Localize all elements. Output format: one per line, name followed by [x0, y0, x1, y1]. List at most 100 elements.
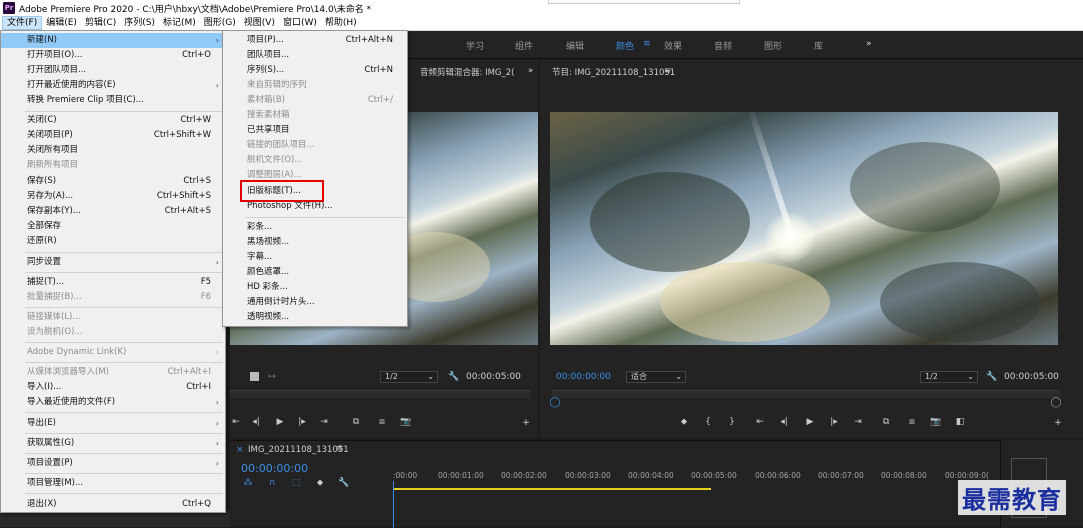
out-point-icon[interactable]: ◯: [1050, 397, 1062, 409]
menu-item-save-copy[interactable]: 保存副本(Y)... Ctrl+Alt+S: [1, 204, 225, 219]
nest-icon[interactable]: ⁂: [242, 477, 254, 489]
new-item-countdown-leader[interactable]: 通用倒计时片头...: [223, 295, 407, 310]
menu-item-save-as[interactable]: 另存为(A)... Ctrl+Shift+S: [1, 189, 225, 204]
work-area-bar[interactable]: [393, 488, 711, 490]
go-to-in-icon[interactable]: ⇤: [754, 416, 766, 428]
new-item-captions[interactable]: 字幕...: [223, 250, 407, 265]
add-marker-icon[interactable]: ⬥: [314, 477, 326, 489]
wrench-icon[interactable]: 🔧: [338, 477, 350, 489]
insert-icon[interactable]: ↦: [266, 371, 278, 383]
menu-window[interactable]: 窗口(W): [279, 16, 321, 30]
program-menu-icon[interactable]: ≡: [664, 66, 671, 76]
linked-selection-icon[interactable]: ⬚: [290, 477, 302, 489]
wrench-icon[interactable]: 🔧: [986, 371, 998, 383]
frame-back-icon[interactable]: ◂|: [250, 416, 262, 428]
menu-item-new[interactable]: 新建(N) ›: [1, 33, 225, 48]
camera-icon[interactable]: 📷: [400, 416, 412, 428]
menu-item-open-project[interactable]: 打开项目(O)... Ctrl+O: [1, 48, 225, 63]
timeline-tab[interactable]: IMG_20211108_131051: [248, 445, 349, 455]
menu-item-open-team-project[interactable]: 打开团队项目...: [1, 63, 225, 78]
program-current-time[interactable]: 00:00:00:00: [556, 372, 611, 382]
source-scale-dropdown[interactable]: 1/2 ⌄: [380, 371, 438, 383]
new-item-sequence[interactable]: 序列(S)... Ctrl+N: [223, 63, 407, 78]
new-item-black-video[interactable]: 黑场视频...: [223, 235, 407, 250]
program-scale-dropdown[interactable]: 1/2 ⌄: [920, 371, 978, 383]
overwrite-clip-icon[interactable]: ⧈: [376, 416, 388, 428]
hamburger-icon[interactable]: ≡: [643, 39, 651, 49]
add-button-icon[interactable]: +: [1052, 417, 1064, 429]
comparison-view-icon[interactable]: ◧: [954, 416, 966, 428]
new-item-color-matte[interactable]: 颜色遮罩...: [223, 265, 407, 280]
menu-item-close[interactable]: 关闭(C) Ctrl+W: [1, 113, 225, 128]
frame-forward-icon[interactable]: |▸: [828, 416, 840, 428]
menu-item-save-all[interactable]: 全部保存: [1, 219, 225, 234]
mark-in-icon[interactable]: {: [702, 416, 714, 428]
menu-item-revert[interactable]: 还原(R): [1, 234, 225, 249]
workspace-overflow-icon[interactable]: »: [866, 39, 872, 49]
workspace-graphics[interactable]: 图形: [764, 39, 782, 52]
audio-clip-mixer-tab[interactable]: 音频剪辑混合器: IMG_2(: [420, 66, 514, 78]
timeline-playhead[interactable]: [393, 481, 394, 528]
workspace-editing[interactable]: 编辑: [566, 39, 584, 52]
workspace-learn[interactable]: 学习: [466, 39, 484, 52]
workspace-audio[interactable]: 音频: [714, 39, 732, 52]
menu-item-import-recent[interactable]: 导入最近使用的文件(F) ›: [1, 395, 225, 410]
new-item-project[interactable]: 项目(P)... Ctrl+Alt+N: [223, 33, 407, 48]
workspace-effects[interactable]: 效果: [664, 39, 682, 52]
go-to-out-icon[interactable]: ⇥: [852, 416, 864, 428]
menu-item-export[interactable]: 导出(E) ›: [1, 416, 225, 431]
new-item-hd-bars[interactable]: HD 彩条...: [223, 280, 407, 295]
lift-icon[interactable]: ⧉: [880, 416, 892, 428]
menu-item-project-settings[interactable]: 项目设置(P) ›: [1, 456, 225, 471]
close-tab-icon[interactable]: ×: [236, 445, 244, 455]
menu-item-sync-settings[interactable]: 同步设置 ›: [1, 255, 225, 270]
menu-item-close-project[interactable]: 关闭项目(P) Ctrl+Shift+W: [1, 128, 225, 143]
playhead-icon[interactable]: ◯: [549, 397, 561, 409]
marker-icon[interactable]: ⬥: [678, 416, 690, 428]
menu-help[interactable]: 帮助(H): [321, 16, 361, 30]
workspace-libraries[interactable]: 库: [814, 39, 823, 52]
new-item-shared-project[interactable]: 已共享项目: [223, 123, 407, 138]
mark-out-icon[interactable]: }: [726, 416, 738, 428]
menu-item-import[interactable]: 导入(I)... Ctrl+I: [1, 380, 225, 395]
fit-dropdown[interactable]: 适合 ⌄: [626, 371, 686, 383]
menu-markers[interactable]: 标记(M): [159, 16, 200, 30]
menu-item-close-all[interactable]: 关闭所有项目: [1, 143, 225, 158]
menu-edit[interactable]: 编辑(E): [42, 16, 81, 30]
play-icon[interactable]: ▶: [804, 416, 816, 428]
new-item-team-project[interactable]: 团队项目...: [223, 48, 407, 63]
step-forward-icon[interactable]: ⇥: [318, 416, 330, 428]
menu-item-open-recent[interactable]: 打开最近使用的内容(E) ›: [1, 78, 225, 93]
snap-icon[interactable]: ∩: [266, 477, 278, 489]
program-monitor-tab[interactable]: 节目: IMG_20211108_131051: [552, 66, 675, 78]
menu-item-capture[interactable]: 捕捉(T)... F5: [1, 275, 225, 290]
program-scrubber[interactable]: [552, 390, 1060, 398]
step-back-icon[interactable]: ⇤: [230, 416, 242, 428]
new-item-bars-and-tone[interactable]: 彩条...: [223, 220, 407, 235]
extract-icon[interactable]: ⧈: [906, 416, 918, 428]
menu-view[interactable]: 视图(V): [240, 16, 279, 30]
play-icon[interactable]: ▶: [274, 416, 286, 428]
frame-forward-icon[interactable]: |▸: [296, 416, 308, 428]
add-button-icon[interactable]: +: [520, 417, 532, 429]
menu-item-exit[interactable]: 退出(X) Ctrl+Q: [1, 497, 225, 512]
camera-icon[interactable]: 📷: [930, 416, 942, 428]
frame-back-icon[interactable]: ◂|: [778, 416, 790, 428]
menu-item-project-manager[interactable]: 项目管理(M)...: [1, 476, 225, 491]
menu-clip[interactable]: 剪辑(C): [81, 16, 120, 30]
wrench-icon[interactable]: 🔧: [448, 371, 460, 383]
time-ruler[interactable]: :00:00 00:00:01:00 00:00:02:00 00:00:03:…: [393, 471, 1000, 489]
timeline-menu-icon[interactable]: ≡: [336, 444, 344, 454]
workspace-color[interactable]: 颜色: [616, 39, 634, 52]
menu-item-get-properties[interactable]: 获取属性(G) ›: [1, 436, 225, 451]
timeline-current-time[interactable]: 00:00:00:00: [241, 462, 308, 475]
export-frame-icon[interactable]: [250, 372, 259, 381]
new-item-transparent-video[interactable]: 透明视频...: [223, 310, 407, 325]
workspace-assembly[interactable]: 组件: [515, 39, 533, 52]
menu-item-convert-clip[interactable]: 转换 Premiere Clip 项目(C)...: [1, 93, 225, 108]
panel-overflow-icon[interactable]: »: [528, 66, 533, 76]
menu-graphics[interactable]: 图形(G): [200, 16, 240, 30]
menu-item-save[interactable]: 保存(S) Ctrl+S: [1, 174, 225, 189]
menu-file[interactable]: 文件(F): [2, 16, 43, 30]
insert-clip-icon[interactable]: ⧉: [350, 416, 362, 428]
